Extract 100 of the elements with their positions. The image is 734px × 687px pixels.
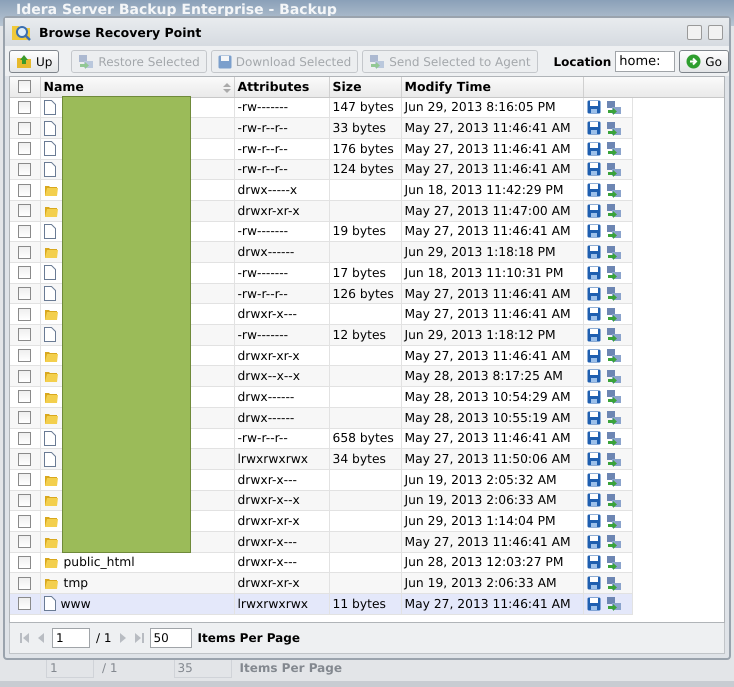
save-icon[interactable] [586, 514, 600, 528]
save-icon[interactable] [586, 266, 600, 280]
computer-arrow-icon[interactable] [606, 265, 622, 280]
save-icon[interactable] [586, 390, 600, 404]
computer-arrow-icon[interactable] [606, 224, 622, 239]
computer-arrow-icon[interactable] [606, 576, 622, 591]
row-checkbox[interactable] [18, 452, 32, 466]
row-checkbox[interactable] [18, 246, 32, 259]
save-icon[interactable] [586, 286, 600, 301]
save-icon[interactable] [586, 555, 600, 570]
row-checkbox[interactable] [18, 100, 32, 114]
save-icon[interactable] [586, 576, 600, 590]
row-checkbox[interactable] [18, 142, 32, 156]
row-checkbox[interactable] [18, 411, 32, 424]
file-name[interactable]: public_html [64, 555, 135, 570]
computer-arrow-icon[interactable] [606, 472, 622, 488]
computer-arrow-icon[interactable] [606, 348, 622, 364]
save-icon[interactable] [586, 472, 600, 487]
computer-arrow-icon[interactable] [606, 492, 622, 508]
save-icon[interactable] [586, 142, 600, 156]
computer-arrow-icon[interactable] [606, 162, 622, 177]
save-icon[interactable] [586, 224, 600, 238]
per-page-field[interactable]: 50 [150, 628, 192, 648]
row-checkbox[interactable] [18, 224, 32, 238]
row-checkbox[interactable] [18, 184, 32, 197]
save-icon[interactable] [586, 162, 600, 176]
save-icon[interactable] [586, 596, 600, 611]
computer-arrow-icon[interactable] [606, 534, 622, 550]
row-checkbox[interactable] [18, 576, 32, 590]
location-field[interactable]: home: [615, 51, 676, 72]
row-checkbox[interactable] [18, 494, 32, 507]
column-header[interactable]: Size [329, 77, 401, 97]
save-icon[interactable] [586, 410, 600, 425]
row-checkbox[interactable] [18, 266, 32, 280]
go-button[interactable]: Go [679, 50, 729, 73]
page-field[interactable]: 1 [52, 628, 90, 648]
row-checkbox[interactable] [18, 370, 32, 383]
computer-arrow-icon[interactable] [606, 141, 622, 156]
row-checkbox[interactable] [18, 390, 32, 404]
save-icon[interactable] [586, 100, 600, 114]
row-checkbox[interactable] [18, 287, 32, 300]
row-checkbox[interactable] [18, 328, 32, 342]
file-name[interactable]: www [60, 596, 91, 611]
row-checkbox[interactable] [18, 597, 32, 610]
save-icon[interactable] [586, 431, 600, 446]
save-icon[interactable] [586, 348, 600, 363]
computer-arrow-icon[interactable] [606, 368, 622, 384]
attributes-cell: -rw-r--r-- [238, 431, 288, 446]
file-name[interactable]: tmp [64, 576, 88, 590]
computer-arrow-icon[interactable] [606, 100, 622, 115]
save-icon[interactable] [586, 452, 600, 466]
save-icon[interactable] [586, 121, 600, 136]
per-page-label: Items Per Page [198, 631, 300, 645]
folder-icon [44, 576, 58, 590]
computer-arrow-icon[interactable] [606, 120, 622, 136]
folder-icon [44, 555, 58, 570]
computer-arrow-icon[interactable] [606, 203, 622, 218]
computer-arrow-icon[interactable] [606, 596, 622, 612]
sort-icon[interactable] [222, 83, 230, 94]
computer-arrow-icon[interactable] [606, 306, 622, 322]
select-all-checkbox[interactable] [18, 80, 32, 94]
column-header[interactable]: Modify Time [401, 77, 583, 97]
computer-arrow-icon[interactable] [606, 430, 622, 446]
computer-arrow-icon[interactable] [606, 452, 622, 467]
size-cell: 17 bytes [332, 266, 386, 280]
row-checkbox[interactable] [18, 162, 32, 176]
table-row[interactable]: www lrwxrwxrwx 11 bytes May 27, 2013 11:46:41 AM [10, 594, 632, 614]
row-checkbox[interactable] [18, 204, 32, 218]
save-icon[interactable] [586, 369, 600, 384]
row-checkbox[interactable] [18, 514, 32, 528]
row-checkbox[interactable] [18, 535, 32, 548]
save-icon[interactable] [586, 493, 600, 508]
computer-arrow-icon[interactable] [606, 389, 622, 404]
table-row[interactable]: public_html drwxr-x--- Jun 28, 2013 12:03:27 PM [10, 552, 632, 573]
computer-arrow-icon[interactable] [606, 410, 622, 426]
restore-window-icon[interactable] [687, 24, 702, 40]
save-icon[interactable] [586, 328, 600, 342]
row-checkbox[interactable] [18, 308, 32, 321]
folder-icon [44, 245, 58, 260]
computer-arrow-icon[interactable] [606, 286, 622, 302]
save-icon[interactable] [586, 204, 600, 218]
computer-arrow-icon[interactable] [606, 514, 622, 529]
row-checkbox[interactable] [18, 349, 32, 362]
row-checkbox[interactable] [18, 556, 32, 569]
column-header[interactable]: Attributes [234, 77, 329, 97]
save-icon[interactable] [586, 245, 600, 260]
row-checkbox[interactable] [18, 473, 32, 486]
save-icon[interactable] [586, 534, 600, 549]
save-icon[interactable] [586, 183, 600, 198]
computer-arrow-icon[interactable] [606, 182, 622, 198]
computer-arrow-icon[interactable] [606, 244, 622, 260]
up-button[interactable]: Up [9, 50, 60, 73]
save-icon[interactable] [586, 307, 600, 322]
close-icon[interactable] [708, 24, 723, 40]
row-checkbox[interactable] [18, 432, 32, 445]
size-cell: 19 bytes [332, 224, 386, 238]
computer-arrow-icon[interactable] [606, 554, 622, 570]
computer-arrow-icon[interactable] [606, 327, 622, 342]
row-checkbox[interactable] [18, 122, 32, 135]
table-row[interactable]: tmp drwxr-xr-x Jun 19, 2013 2:06:33 AM [10, 572, 632, 594]
